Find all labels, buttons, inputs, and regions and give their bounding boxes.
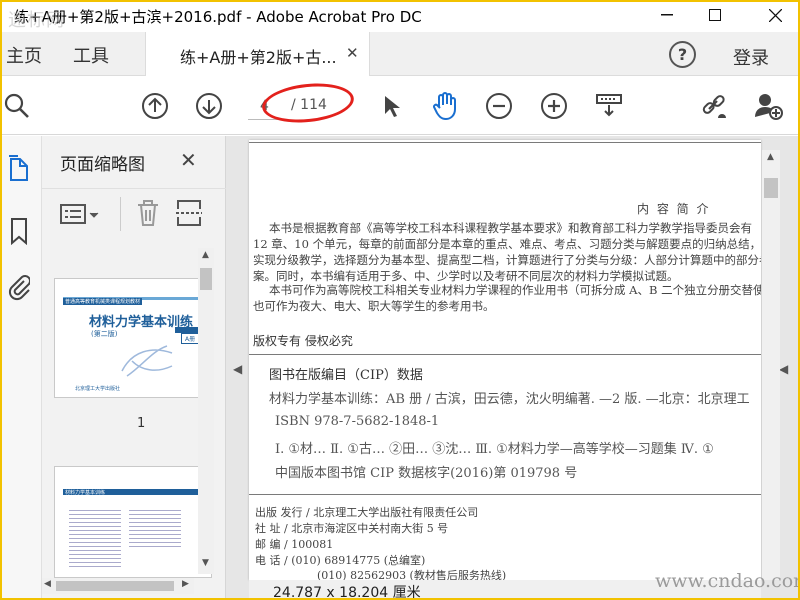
attachment-icon[interactable] bbox=[6, 272, 32, 302]
thumbnail-hscroll-thumb[interactable] bbox=[56, 581, 174, 591]
cip-title: 图书在版编目（CIP）数据 bbox=[269, 368, 423, 383]
page2-text-col-1 bbox=[69, 507, 121, 567]
close-icon bbox=[768, 8, 782, 22]
hand-tool-icon[interactable] bbox=[430, 91, 460, 121]
thumbnail-panel: 页面缩略图 ✕ 普通高等教育机械类课程规划教材 材料力学基本训练 (第二版) A… bbox=[42, 136, 226, 600]
cip-line-3: Ⅰ. ①材… Ⅱ. ①古… ②田… ③沈… Ⅲ. ①材料力学—高等学校—习题集 … bbox=[275, 442, 714, 457]
tab-tools[interactable]: 工具 bbox=[73, 42, 109, 68]
cip-line-4: 中国版本图书馆 CIP 数据核字(2016)第 019798 号 bbox=[275, 466, 578, 481]
cover-series: 普通高等教育机械类课程规划教材 bbox=[63, 298, 143, 305]
page-down-icon[interactable] bbox=[194, 91, 224, 121]
close-tab-icon[interactable]: ✕ bbox=[346, 44, 359, 62]
page-up-icon[interactable] bbox=[140, 91, 170, 121]
usage-line-1: 本书可作为高等院校工科相关专业材料力学课程的作业用书（可拆分成 A、B 二个独立… bbox=[269, 283, 761, 297]
cip-line-1: 材料力学基本训练：AB 册 / 古滨，田云德，沈火明编著. —2 版. —北京：… bbox=[269, 392, 750, 407]
left-rail bbox=[0, 136, 42, 600]
scroll-down-icon[interactable]: ▼ bbox=[202, 558, 209, 568]
document-scrollbar[interactable]: ▲ bbox=[762, 150, 780, 580]
page-thumbnails-icon[interactable] bbox=[6, 154, 32, 184]
thumbnail-page-2[interactable]: 材料力学基本训练 bbox=[54, 466, 212, 578]
divider bbox=[120, 197, 121, 231]
tab-document[interactable]: 练+A册+第2版+古... ✕ bbox=[145, 32, 370, 76]
scroll-left-icon[interactable]: ◀ bbox=[44, 579, 51, 589]
scroll-up-icon[interactable]: ▲ bbox=[202, 250, 209, 260]
cover-edition: (第二版) bbox=[91, 330, 118, 338]
panel-title: 页面缩略图 bbox=[60, 155, 145, 175]
pdf-page: 内 容 简 介 本书是根据教育部《高等学校工科本科课程教学基本要求》和教育部工科… bbox=[249, 140, 761, 580]
publish-line-5: (010) 82562903 (教材售后服务热线) bbox=[317, 569, 507, 580]
thumbnail-page-1[interactable]: 普通高等教育机械类课程规划教材 材料力学基本训练 (第二版) A册 北京理工大学… bbox=[54, 278, 212, 398]
thumbnail-label-1: 1 bbox=[137, 416, 146, 431]
publish-line-1: 出版 发行 / 北京理工大学出版社有限责任公司 bbox=[255, 506, 479, 519]
section-title: 内 容 简 介 bbox=[637, 202, 711, 216]
scroll-mode-icon[interactable] bbox=[594, 91, 624, 121]
zoom-out-icon[interactable] bbox=[484, 91, 514, 121]
intro-line-2: 12 章、10 个单元，每章的前面部分是本章的重点、难点、考点、习题分类与解题要… bbox=[253, 237, 761, 251]
minimize-icon bbox=[661, 14, 673, 16]
extract-pages-icon[interactable] bbox=[176, 199, 202, 231]
toolbar bbox=[0, 77, 800, 135]
publish-line-3: 邮 编 / 100081 bbox=[255, 538, 334, 551]
rule-1 bbox=[249, 354, 761, 355]
page2-title: 材料力学基本训练 bbox=[65, 490, 106, 496]
thumbnail-scroll-thumb[interactable] bbox=[200, 268, 212, 290]
cover-volume: A册 bbox=[181, 333, 200, 344]
thumbnail-hscrollbar[interactable]: ◀ ▶ bbox=[42, 578, 194, 594]
corner-watermark: 速标网 bbox=[8, 10, 65, 31]
usage-line-2: 也可作为夜大、电大、职大等学生的参考用书。 bbox=[253, 299, 495, 313]
title-bar: 练+A册+第2版+古滨+2016.pdf - Adobe Acrobat Pro… bbox=[0, 0, 800, 32]
publish-line-2: 社 址 / 北京市海淀区中关村南大街 5 号 bbox=[255, 522, 449, 535]
share-link-icon[interactable] bbox=[700, 91, 730, 121]
cip-line-2: ISBN 978-7-5682-1848-1 bbox=[275, 414, 440, 429]
cover-illustration bbox=[121, 345, 173, 377]
help-button[interactable]: ? bbox=[669, 41, 696, 68]
intro-line-3: 实现分级教学，选择题分为基本型、提高型二档，计算题进行了分类与分级：人部分计算题… bbox=[253, 253, 761, 267]
panel-toolbar bbox=[42, 188, 226, 240]
doc-scroll-up-icon[interactable]: ▲ bbox=[767, 152, 774, 162]
search-icon[interactable] bbox=[2, 91, 32, 121]
copyright-notice: 版权专有 侵权必究 bbox=[253, 334, 353, 348]
document-tab-label: 练+A册+第2版+古... bbox=[180, 48, 337, 67]
thumbnail-options-icon[interactable] bbox=[60, 203, 102, 229]
zoom-in-icon[interactable] bbox=[539, 91, 569, 121]
close-panel-icon[interactable]: ✕ bbox=[180, 148, 197, 172]
page2-text-col-2 bbox=[129, 507, 181, 547]
document-scroll-thumb[interactable] bbox=[764, 178, 778, 198]
thumbnail-scrollbar[interactable]: ▲ ▼ bbox=[198, 248, 214, 574]
site-watermark: www.cndao.com bbox=[655, 570, 800, 592]
rule-2 bbox=[249, 494, 761, 495]
minimize-button[interactable] bbox=[644, 0, 690, 30]
scroll-right-icon[interactable]: ▶ bbox=[182, 579, 189, 589]
intro-line-1: 本书是根据教育部《高等学校工科本科课程教学基本要求》和教育部工科力学教学指导委员… bbox=[269, 221, 752, 235]
cover-publisher: 北京理工大学出版社 bbox=[75, 386, 121, 392]
tab-home[interactable]: 主页 bbox=[6, 42, 42, 68]
publish-line-4: 电 话 / (010) 68914775 (总编室) bbox=[255, 554, 426, 567]
window-title: 练+A册+第2版+古滨+2016.pdf - Adobe Acrobat Pro… bbox=[14, 8, 422, 26]
page-top-rule bbox=[249, 142, 761, 143]
bookmark-icon[interactable] bbox=[6, 216, 32, 246]
maximize-icon bbox=[709, 9, 721, 21]
collapse-left-pane-icon[interactable]: ◀ bbox=[233, 362, 242, 376]
close-window-button[interactable] bbox=[752, 0, 798, 30]
maximize-button[interactable] bbox=[692, 0, 738, 30]
login-button[interactable]: 登录 bbox=[733, 44, 769, 70]
delete-page-icon[interactable] bbox=[136, 199, 160, 231]
select-cursor-icon[interactable] bbox=[376, 91, 406, 121]
add-user-icon[interactable] bbox=[754, 91, 784, 121]
expand-right-pane-icon[interactable]: ◀ bbox=[779, 362, 788, 376]
